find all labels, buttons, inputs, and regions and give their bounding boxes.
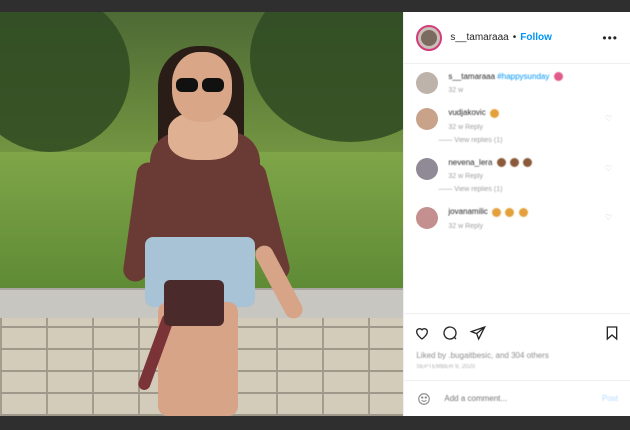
comment-username[interactable]: jovanamilic <box>448 207 488 216</box>
tree-shape <box>250 12 404 142</box>
share-icon[interactable] <box>470 325 487 341</box>
comment-username[interactable]: nevena_lera <box>448 158 492 167</box>
hashtag-link[interactable]: #happysunday <box>497 72 549 81</box>
emoji-icon <box>518 207 528 217</box>
avatar[interactable] <box>416 72 439 94</box>
tree-shape <box>0 12 130 152</box>
heart-icon[interactable] <box>414 325 430 341</box>
list-item: jovanamilic 32 w Reply ♡ <box>416 207 618 230</box>
username[interactable]: s__tamaraaa <box>450 32 508 43</box>
comment-meta[interactable]: 32 w Reply <box>448 223 527 230</box>
follow-button[interactable]: Follow <box>520 32 552 43</box>
more-options-icon[interactable]: ••• <box>602 31 618 45</box>
emoji-picker-icon[interactable] <box>416 391 432 407</box>
avatar[interactable] <box>416 108 439 131</box>
caption: s__tamaraaa #happysunday 32 w <box>416 72 618 94</box>
emoji-icon <box>509 158 519 168</box>
separator-dot: • <box>512 32 517 43</box>
post-date: SEPTEMBER 9, 2020 <box>416 364 476 370</box>
comment-username[interactable]: vudjakovic <box>448 108 485 117</box>
like-comment-icon[interactable]: ♡ <box>605 114 612 123</box>
handbag <box>164 280 224 326</box>
avatar[interactable] <box>416 207 439 230</box>
post-header: s__tamaraaa • Follow ••• <box>404 12 630 64</box>
emoji-icon <box>492 207 502 217</box>
comment-icon[interactable] <box>442 325 458 341</box>
list-item: nevena_lera 32 w Reply —— View replies (… <box>416 157 618 193</box>
action-bar <box>404 313 630 351</box>
comment-input[interactable] <box>442 393 602 404</box>
post-photo[interactable] <box>0 12 404 416</box>
post-modal: s__tamaraaa • Follow ••• s__tamaraaa #ha… <box>0 12 630 416</box>
comment-meta[interactable]: 32 w Reply <box>448 124 502 131</box>
add-comment-bar: Post <box>404 380 630 416</box>
comment-username[interactable]: s__tamaraaa <box>448 72 495 81</box>
sunglasses <box>176 78 228 94</box>
post-side-panel: s__tamaraaa • Follow ••• s__tamaraaa #ha… <box>403 12 630 416</box>
avatar[interactable] <box>416 24 443 51</box>
avatar[interactable] <box>416 157 439 180</box>
bookmark-icon[interactable] <box>604 325 620 341</box>
heart-emoji-icon <box>553 72 563 82</box>
comment-meta[interactable]: 32 w Reply <box>448 173 532 180</box>
view-replies-link[interactable]: —— View replies (1) <box>438 137 502 144</box>
comment-meta: 32 w <box>448 87 464 95</box>
emoji-icon <box>496 158 506 168</box>
list-item: vudjakovic 32 w Reply —— View replies (1… <box>416 108 618 144</box>
emoji-icon <box>489 108 499 118</box>
view-replies-link[interactable]: —— View replies (1) <box>438 186 532 193</box>
emoji-icon <box>523 158 533 168</box>
comments-list: s__tamaraaa #happysunday 32 w vudjakovic… <box>404 64 630 313</box>
likes-count[interactable]: Liked by .bugaitbesic, and 304 others <box>404 351 630 360</box>
post-comment-button[interactable]: Post <box>602 394 618 403</box>
emoji-icon <box>505 207 515 217</box>
like-comment-icon[interactable]: ♡ <box>605 213 612 222</box>
like-comment-icon[interactable]: ♡ <box>605 164 612 173</box>
